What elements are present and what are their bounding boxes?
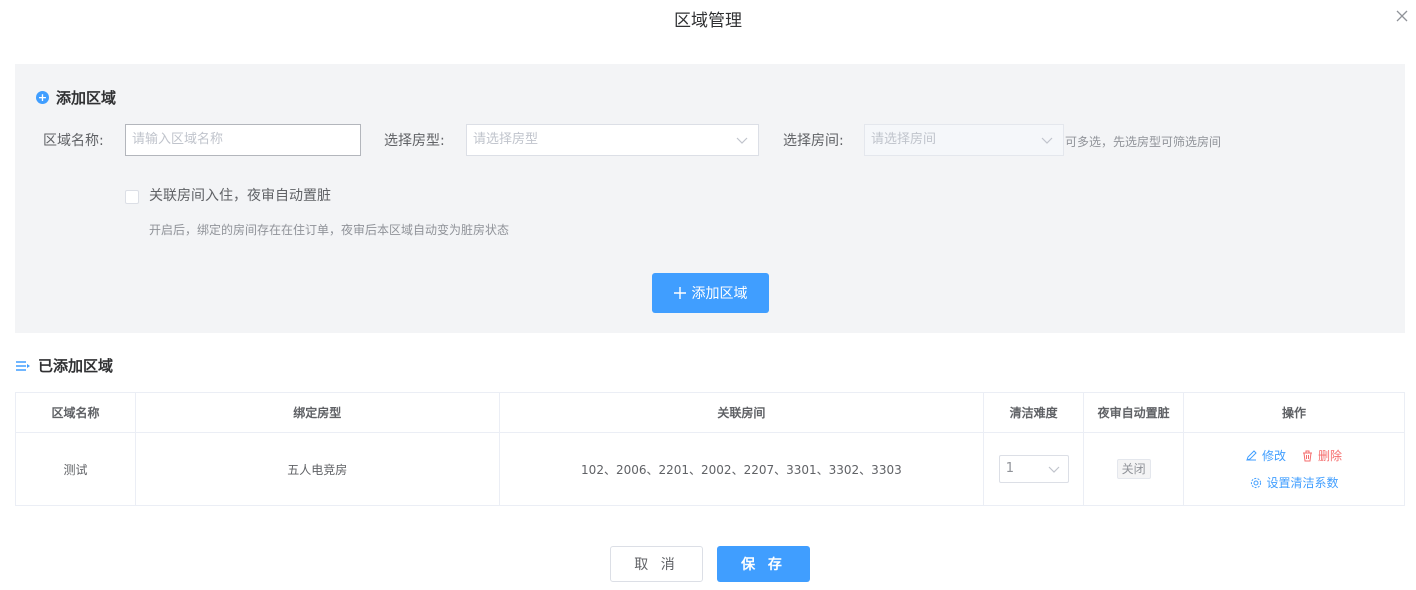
auto-dirty-status-badge: 关闭	[1116, 459, 1151, 479]
column-header: 绑定房型	[134, 392, 500, 433]
column-header: 关联房间	[498, 392, 985, 433]
auto-dirty-hint: 开启后，绑定的房间存在在住订单，夜审后本区域自动变为脏房状态	[149, 223, 510, 237]
difficulty-cell: 1	[983, 432, 1085, 506]
column-header: 夜审自动置脏	[1083, 392, 1185, 433]
add-area-title: 添加区域	[56, 89, 117, 107]
list-icon	[16, 360, 30, 371]
room-select[interactable]: 请选择房间	[864, 124, 1064, 156]
room-type-select[interactable]: 请选择房型	[466, 124, 759, 156]
trash-icon	[1303, 450, 1313, 461]
plus-circle-icon: +	[36, 91, 49, 104]
edit-button[interactable]: 修改	[1246, 447, 1286, 464]
set-cleaning-coefficient-button[interactable]: 设置清洁系数	[1250, 474, 1339, 491]
area-name-input[interactable]: 请输入区域名称	[125, 124, 361, 156]
delete-label: 删除	[1318, 449, 1343, 463]
add-area-heading: + 添加区域	[36, 87, 116, 108]
plus-icon	[673, 287, 686, 299]
column-header: 区域名称	[15, 392, 136, 433]
added-areas-heading: 已添加区域	[16, 355, 113, 376]
room-type-cell: 五人电竞房	[134, 432, 500, 506]
column-header: 操作	[1183, 392, 1405, 433]
column-header: 清洁难度	[983, 392, 1085, 433]
chevron-down-icon	[1048, 466, 1060, 473]
area-name-label: 区域名称:	[43, 133, 104, 149]
chevron-down-icon	[1041, 137, 1053, 144]
area-name-placeholder: 请输入区域名称	[132, 132, 224, 147]
cancel-button[interactable]: 取 消	[610, 546, 703, 582]
difficulty-value: 1	[1005, 461, 1014, 476]
edit-icon	[1246, 450, 1257, 461]
areas-table: 区域名称 绑定房型 关联房间 清洁难度 夜审自动置脏 操作 测试 五人电竞房 1…	[15, 392, 1405, 506]
added-areas-title: 已添加区域	[38, 357, 114, 375]
add-area-button-label: 添加区域	[691, 286, 748, 302]
room-type-placeholder: 请选择房型	[473, 132, 539, 147]
close-icon[interactable]	[1394, 8, 1410, 24]
add-area-panel: + 添加区域 区域名称: 请输入区域名称 选择房型: 请选择房型 选择房间: 请…	[15, 64, 1405, 333]
room-type-label: 选择房型:	[384, 133, 445, 149]
difficulty-select[interactable]: 1	[998, 455, 1069, 483]
area-name-cell: 测试	[15, 432, 136, 506]
actions-cell: 修改 删除 设置清洁系数	[1183, 432, 1405, 506]
room-placeholder: 请选择房间	[871, 132, 937, 147]
auto-dirty-cell: 关闭	[1083, 432, 1185, 506]
delete-button[interactable]: 删除	[1302, 447, 1342, 464]
table-header-row: 区域名称 绑定房型 关联房间 清洁难度 夜审自动置脏 操作	[15, 392, 1405, 433]
chevron-down-icon	[736, 137, 748, 144]
rooms-cell: 102、2006、2201、2002、2207、3301、3302、3303	[498, 432, 985, 506]
edit-label: 修改	[1262, 449, 1287, 463]
room-label: 选择房间:	[783, 133, 844, 149]
room-hint: 可多选，先选房型可筛选房间	[1065, 135, 1222, 149]
set-cleaning-coefficient-label: 设置清洁系数	[1266, 476, 1339, 490]
auto-dirty-label[interactable]: 关联房间入住，夜审自动置脏	[149, 185, 331, 205]
table-row: 测试 五人电竞房 102、2006、2201、2002、2207、3301、33…	[15, 432, 1405, 506]
gear-icon	[1250, 477, 1261, 488]
save-button[interactable]: 保 存	[717, 546, 810, 582]
dialog-title: 区域管理	[674, 11, 742, 31]
add-area-button[interactable]: 添加区域	[652, 273, 769, 313]
auto-dirty-checkbox[interactable]	[125, 190, 139, 204]
